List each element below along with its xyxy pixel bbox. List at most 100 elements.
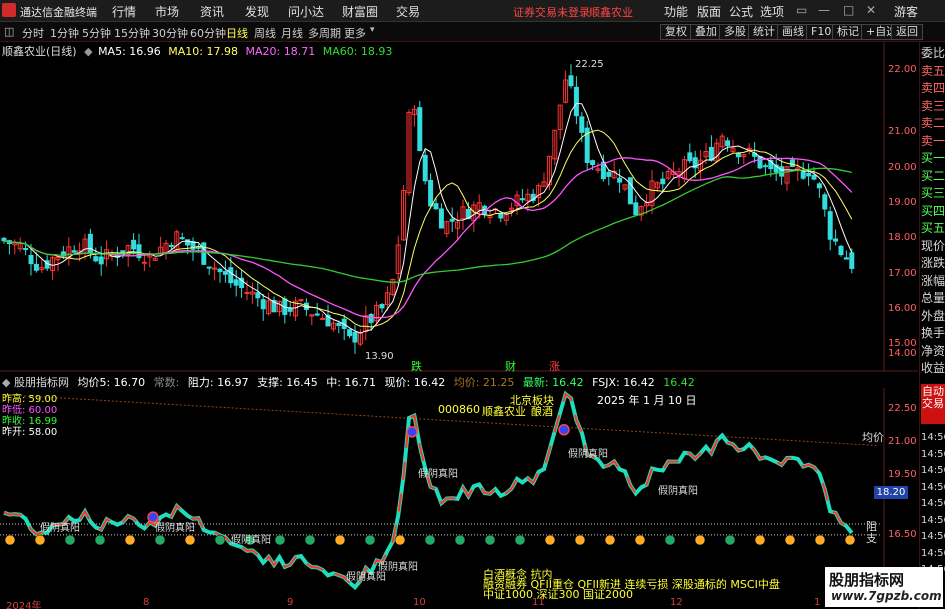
down-signal-icon (514, 534, 526, 546)
candle-body (800, 171, 806, 179)
period-multi[interactable]: 多周期 (308, 25, 341, 41)
candle-body (179, 237, 185, 240)
menu-caifuquan[interactable]: 财富圈 (342, 3, 378, 20)
up-signal-icon (4, 534, 16, 546)
menu-gongshi[interactable]: 公式 (729, 3, 753, 20)
period-5min[interactable]: 5分钟 (82, 25, 111, 41)
sidebar-item[interactable]: 买一 (921, 151, 945, 166)
period-15min[interactable]: 15分钟 (114, 25, 150, 41)
menu-jiaoyi[interactable]: 交易 (396, 3, 420, 20)
candle-body (131, 239, 137, 250)
sidebar-item[interactable]: 收益 (921, 361, 945, 376)
period-60min[interactable]: 60分钟 (190, 25, 226, 41)
legend-item: 昨高: 59.00 (2, 394, 58, 405)
sidebar-item[interactable]: 买二 (921, 169, 945, 184)
ma-line (3, 167, 852, 283)
dropdown-icon[interactable]: ▾ (370, 25, 375, 35)
login-status[interactable]: 证券交易未登录 (513, 4, 590, 20)
candle-body (93, 256, 99, 262)
candle-body (206, 266, 212, 269)
candle-body (244, 292, 250, 295)
menu-shichang[interactable]: 市场 (155, 3, 179, 20)
fuquan-button[interactable]: 复权 (660, 24, 692, 40)
price-tag: 18.20 (874, 486, 908, 499)
candle-body (725, 140, 731, 147)
sub-chart-info: ◆ 股朋指标网 均价5: 16.70 常数: 阻力: 16.97 支撑: 16.… (2, 374, 695, 389)
sidebar-item[interactable]: 换手 (921, 326, 945, 341)
legend-item: 昨收: 16.99 (2, 416, 58, 427)
sidebar-item[interactable]: 卖四 (921, 81, 945, 96)
high-price-label: 22.25 (575, 59, 604, 70)
sidebar-item[interactable]: 现价 (921, 239, 945, 254)
kline-chart[interactable] (0, 42, 918, 372)
down-signal-icon (214, 534, 226, 546)
minimize-icon[interactable]: ▭ (796, 3, 807, 17)
menu-gongneng[interactable]: 功能 (664, 3, 688, 20)
candle-body (843, 257, 849, 260)
candle-body (379, 303, 385, 309)
window-max-icon[interactable]: □ (843, 3, 854, 17)
sidebar-item[interactable]: 卖五 (921, 64, 945, 79)
candle-body (633, 202, 639, 216)
period-30min[interactable]: 30分钟 (152, 25, 188, 41)
menu-hangqing[interactable]: 行情 (112, 3, 136, 20)
sidebar-item[interactable]: 买四 (921, 204, 945, 219)
period-1min[interactable]: 1分钟 (50, 25, 79, 41)
back-button[interactable]: 返回 (891, 24, 923, 40)
candle-body (320, 317, 326, 320)
menu-xuanxiang[interactable]: 选项 (760, 3, 784, 20)
sidebar-item[interactable]: 买五 (921, 221, 945, 236)
sidebar-item[interactable]: 卖二 (921, 116, 945, 131)
marker-cai: 财 (505, 360, 516, 373)
user-guest[interactable]: 游客 (894, 3, 918, 20)
candle-body (660, 178, 666, 185)
candle-body (568, 75, 574, 87)
candle-body (71, 250, 77, 253)
sidebar-item[interactable]: 委比 (921, 46, 945, 61)
sidebar-item[interactable]: 卖三 (921, 99, 945, 114)
menu-faxian[interactable]: 发现 (245, 3, 269, 20)
date-label: 2025 年 1 月 10 日 (597, 394, 697, 407)
sub-axis-tick: 19.50 (888, 469, 917, 480)
window-min-icon[interactable]: — (818, 3, 830, 17)
sidebar-item[interactable]: 总量 (921, 291, 945, 306)
sidebar-item[interactable]: 外盘 (921, 309, 945, 324)
menu-wenxiaoda[interactable]: 问小达 (288, 3, 324, 20)
period-more[interactable]: 更多 (344, 25, 366, 41)
sidebar-item[interactable]: 涨幅 (921, 274, 945, 289)
menu-zixun[interactable]: 资讯 (200, 3, 224, 20)
window-close-icon[interactable]: ✕ (866, 3, 876, 17)
diejia-button[interactable]: 叠加 (690, 24, 722, 40)
sidebar-item[interactable]: 涨跌 (921, 256, 945, 271)
candle-body (849, 252, 855, 269)
up-signal-icon (694, 534, 706, 546)
tongji-button[interactable]: 统计 (748, 24, 780, 40)
candle-body (260, 299, 266, 310)
sidebar-item[interactable]: 卖一 (921, 134, 945, 149)
candle-body (28, 254, 34, 265)
low-price-label: 13.90 (365, 351, 394, 362)
period-weekly[interactable]: 周线 (254, 25, 276, 41)
duogu-button[interactable]: 多股 (719, 24, 751, 40)
up-signal-icon (784, 534, 796, 546)
period-fenshi[interactable]: 分时 (22, 25, 44, 41)
auto-trade-button[interactable]: 自动交易 (921, 384, 945, 424)
biaoji-button[interactable]: 标记 (832, 24, 864, 40)
huaxian-button[interactable]: 画线 (777, 24, 809, 40)
sidebar-item[interactable]: 净资 (921, 344, 945, 359)
sidebar-item[interactable]: 买三 (921, 186, 945, 201)
date-tick: 12 (670, 597, 683, 608)
candle-body (201, 242, 207, 265)
indicator-chart[interactable] (0, 388, 918, 598)
period-daily[interactable]: 日线 (226, 25, 248, 41)
candle-body (806, 172, 812, 177)
period-monthly[interactable]: 月线 (281, 25, 303, 41)
candle-body (336, 322, 342, 326)
jyzy-annotation: 假阴真阳 (568, 449, 608, 460)
time-tick: 14:56 (921, 531, 945, 542)
menu-banmian[interactable]: 版面 (697, 3, 721, 20)
down-signal-icon (484, 534, 496, 546)
candle-body (779, 166, 785, 177)
candle-body (195, 246, 201, 249)
layout-icon[interactable]: ◫ (4, 25, 14, 38)
